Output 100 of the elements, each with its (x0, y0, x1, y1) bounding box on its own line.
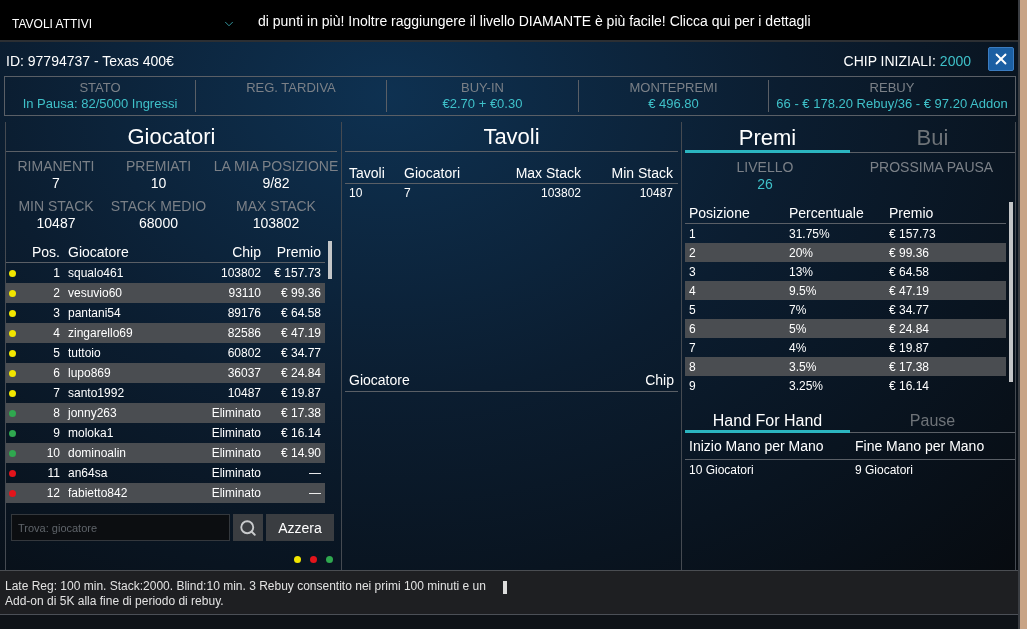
sub-tab[interactable]: Pause (850, 404, 1015, 433)
player-position: 10 (45, 446, 60, 460)
player-prize: € 24.84 (279, 366, 321, 380)
reset-button[interactable]: Azzera (266, 514, 334, 541)
player-name: vesuvio60 (67, 286, 124, 300)
player-row[interactable]: 8 jonny263 Eliminato € 17.38 (6, 403, 325, 423)
scrollbar-thumb[interactable] (1009, 202, 1013, 382)
player-position: 3 (52, 306, 60, 320)
info-value: € 496.80 (648, 96, 699, 112)
player-row[interactable]: 2 vesuvio60 93110 € 99.36 (6, 283, 325, 303)
player-name: lupo869 (67, 366, 112, 380)
player-name: zingarello69 (67, 326, 134, 340)
player-prize: € 16.14 (279, 426, 321, 440)
table-cell-text: 7% (789, 302, 808, 317)
table-cell-text: 9 (689, 378, 697, 393)
table-cell-text: € 99.36 (889, 245, 931, 260)
player-row[interactable]: 12 fabietto842 Eliminato — (6, 483, 325, 503)
player-position: 7 (52, 386, 60, 400)
player-prize: € 19.87 (279, 386, 321, 400)
tables-dropdown[interactable]: TAVOLI ATTIVI (12, 17, 236, 31)
player-prize: € 14.90 (279, 446, 321, 460)
stat-label: LA MIA POSIZIONE (213, 158, 339, 175)
scrollbar-thumb[interactable] (503, 581, 507, 594)
player-row[interactable]: 10 dominoalin Eliminato € 14.90 (6, 443, 325, 463)
chip-header: Chip (231, 243, 261, 260)
player-prize: € 99.36 (279, 286, 321, 300)
stat-label: PROSSIMA PAUSA (869, 159, 994, 176)
stat-label: PREMIATI (125, 158, 192, 175)
column-header: Percentuale (789, 204, 865, 221)
stat-label: MAX STACK (236, 198, 316, 215)
search-button[interactable] (233, 514, 263, 541)
player-row[interactable]: 4 zingarello69 82586 € 47.19 (6, 323, 325, 343)
table-cell-text: 9 Giocatori (855, 462, 915, 477)
player-name: moloka1 (67, 426, 115, 440)
column-header: Premio (889, 204, 935, 221)
player-row[interactable]: 6 lupo869 36037 € 24.84 (6, 363, 325, 383)
stat-value: 103802 (252, 215, 300, 232)
table-cell-text: 10 (348, 186, 364, 200)
starting-chips-value: 2000 (939, 53, 971, 69)
player-position: 9 (52, 426, 60, 440)
column-header: Posizione (689, 204, 751, 221)
info-value: In Pausa: 82/5000 Ingressi (22, 96, 178, 112)
player-name: fabietto842 (67, 486, 129, 500)
player-position: 11 (46, 466, 60, 480)
stat-label: STACK MEDIO (110, 198, 207, 215)
column-header: Giocatore (349, 372, 410, 388)
table-cell-text: 3.25% (789, 378, 825, 393)
table-cell-text: 1 (689, 226, 697, 241)
player-position: 12 (45, 486, 60, 500)
stat-value: 9/82 (262, 175, 290, 192)
player-prize: € 17.38 (279, 406, 321, 420)
search-icon (239, 518, 257, 537)
player-prize: — (308, 466, 321, 480)
column-header: Min Stack (610, 164, 674, 181)
panel-tab[interactable]: Bui (850, 122, 1015, 153)
close-button[interactable] (988, 47, 1014, 71)
position-header: Pos. (31, 243, 60, 260)
player-name: squalo461 (67, 266, 125, 280)
table-cell-text: 7 (403, 186, 412, 200)
player-chips: 93110 (200, 286, 261, 300)
player-name: an64sa (67, 466, 109, 480)
table-cell-text: 20% (789, 245, 815, 260)
stat-value: 10 (150, 175, 167, 192)
tournament-id: ID: 97794737 - Texas 400€ (6, 53, 174, 69)
table-cell-text: 4 (689, 283, 697, 298)
table-cell-text: € 16.14 (889, 378, 931, 393)
player-chips: 10487 (200, 386, 261, 400)
panel-tab[interactable]: Premi (685, 122, 850, 153)
info-value: 66 - € 178.20 Rebuy/36 - € 97.20 Addon (776, 96, 1008, 112)
sub-tab[interactable]: Hand For Hand (685, 404, 850, 433)
player-chips: Eliminato (200, 446, 261, 460)
player-chips: 103802 (200, 266, 261, 280)
stat-label: LIVELLO (736, 159, 794, 176)
tournament-description: Late Reg: 100 min. Stack:2000. Blind:10 min. 3 Rebuy consentito nei primi 100 minuti e un Add-on di 5K alla fine di periodo di rebuy. (5, 579, 487, 609)
column-header: Max Stack (514, 164, 581, 181)
player-chips: 89176 (200, 306, 261, 320)
player-position: 6 (52, 366, 60, 380)
table-cell-text: 10 Giocatori (689, 462, 755, 477)
starting-chips-label: CHIP INIZIALI: (843, 53, 936, 69)
info-label: MONTEPREMI (629, 80, 718, 96)
table-cell-text: € 47.19 (889, 283, 931, 298)
player-prize: € 64.58 (279, 306, 321, 320)
promo-ticker[interactable]: di punti in più! Inoltre raggiungere il livello DIAMANTE è più facile! Clicca qui per i dettagli (258, 13, 811, 29)
table-cell-text: 9.5% (789, 283, 818, 298)
table-cell-text: € 24.84 (889, 321, 931, 336)
player-search-field[interactable]: Trova: giocatore (11, 514, 230, 541)
table-cell-text: 103802 (539, 186, 581, 200)
player-chips: Eliminato (200, 426, 261, 440)
info-label: REG. TARDIVA (246, 80, 336, 96)
player-prize: € 157.73 (273, 266, 321, 280)
table-cell-text: 8 (689, 359, 697, 374)
column-header: Inizio Mano per Mano (689, 438, 825, 454)
table-cell-text: 5 (689, 302, 697, 317)
stat-value: 10487 (36, 215, 76, 232)
prize-header: Premio (275, 243, 321, 260)
column-header: Giocatori (403, 164, 462, 181)
info-label: REBUY (869, 80, 915, 96)
scrollbar-thumb[interactable] (328, 241, 332, 279)
column-header: Tavoli (348, 164, 386, 181)
table-cell-text: 5% (789, 321, 808, 336)
